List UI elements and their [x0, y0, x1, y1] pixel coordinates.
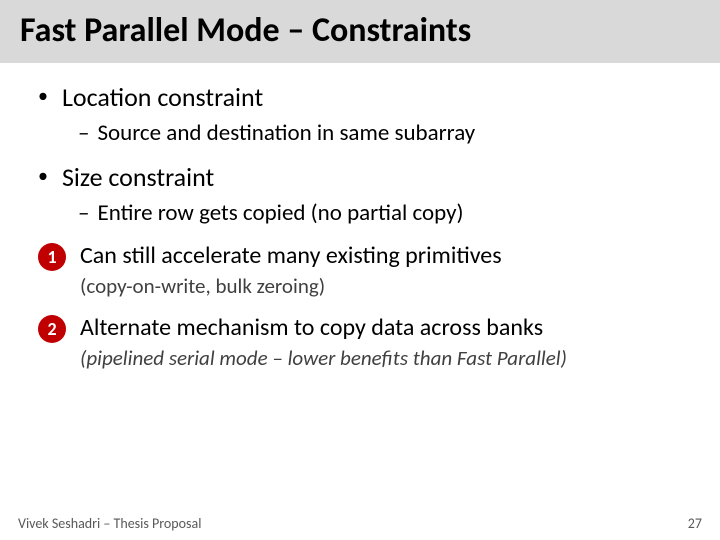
dash-icon: –	[78, 119, 89, 147]
bullet-item: • Location constraint	[30, 81, 690, 113]
numbered-subtext: (pipelined serial mode – lower benefits …	[80, 345, 690, 371]
dash-icon: –	[78, 199, 89, 227]
sub-bullet-text: Entire row gets copied (no partial copy)	[97, 199, 463, 227]
bullet-item: • Size constraint	[30, 161, 690, 193]
page-number: 27	[688, 515, 702, 532]
numbered-item: 2 Alternate mechanism to copy data acros…	[38, 313, 690, 343]
sub-bullet-item: – Source and destination in same subarra…	[78, 119, 690, 147]
bullet-dot-icon: •	[38, 161, 48, 191]
numbered-item: 1 Can still accelerate many existing pri…	[38, 241, 690, 271]
numbered-text: Alternate mechanism to copy data across …	[80, 313, 543, 342]
content-area: • Location constraint – Source and desti…	[0, 63, 720, 371]
sub-bullet-text: Source and destination in same subarray	[97, 119, 475, 147]
bullet-dot-icon: •	[38, 81, 48, 111]
numbered-subtext: (copy-on-write, bulk zeroing)	[80, 273, 690, 299]
footer-author: Vivek Seshadri – Thesis Proposal	[18, 515, 201, 532]
numbered-text: Can still accelerate many existing primi…	[80, 241, 502, 270]
slide: Fast Parallel Mode – Constraints • Locat…	[0, 0, 720, 540]
slide-title: Fast Parallel Mode – Constraints	[20, 10, 700, 51]
number-badge: 2	[38, 315, 66, 343]
sub-bullet-item: – Entire row gets copied (no partial cop…	[78, 199, 690, 227]
footer: Vivek Seshadri – Thesis Proposal 27	[0, 515, 720, 532]
number-badge: 1	[38, 243, 66, 271]
bullet-text: Size constraint	[62, 161, 214, 193]
bullet-text: Location constraint	[62, 81, 263, 113]
title-bar: Fast Parallel Mode – Constraints	[0, 0, 720, 63]
